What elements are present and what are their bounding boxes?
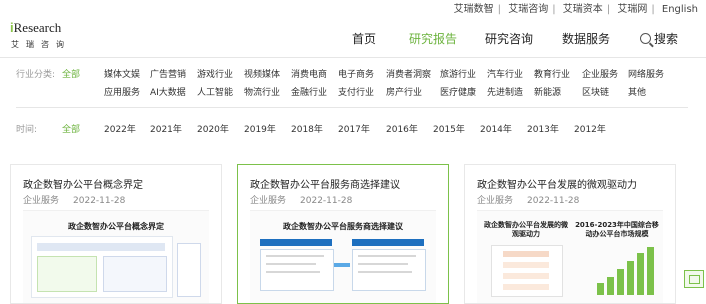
thumbnail-subtitle: 2016-2023年中国综合移动办公平台市场规模: [575, 221, 659, 238]
nav-research-reports[interactable]: 研究报告: [409, 30, 457, 47]
top-link-net[interactable]: 艾瑞网: [617, 4, 647, 15]
report-thumbnail[interactable]: 政企数智办公平台概念界定: [23, 210, 209, 303]
time-option[interactable]: 2013年: [527, 122, 559, 135]
industry-option[interactable]: 先进制造: [487, 85, 523, 98]
report-category: 企业服务: [250, 196, 287, 206]
report-date: 2022-11-28: [73, 196, 126, 206]
industry-option[interactable]: 物流行业: [244, 85, 280, 98]
industry-option[interactable]: 企业服务: [582, 67, 618, 80]
report-thumbnail[interactable]: 政企数智办公平台发展的微观驱动力 2016-2023年中国综合移动办公平台市场规…: [477, 210, 663, 303]
report-date: 2022-11-28: [300, 196, 353, 206]
industry-option[interactable]: 汽车行业: [487, 67, 523, 80]
time-option-all[interactable]: 全部: [62, 122, 80, 135]
industry-option[interactable]: 区块链: [582, 85, 609, 98]
industry-option[interactable]: 房产行业: [386, 85, 422, 98]
feedback-icon[interactable]: [684, 270, 704, 288]
top-link-capital[interactable]: 艾瑞资本: [563, 4, 603, 15]
top-link-idigital[interactable]: 艾瑞数智: [454, 4, 494, 15]
report-card[interactable]: 政企数智办公平台概念界定 企业服务 2022-11-28 政企数智办公平台概念界定: [10, 164, 222, 304]
nav-data-services[interactable]: 数据服务: [562, 30, 610, 47]
nav-home[interactable]: 首页: [352, 30, 376, 47]
industry-option[interactable]: AI大数据: [150, 85, 186, 98]
top-link-consulting[interactable]: 艾瑞咨询: [508, 4, 548, 15]
industry-option[interactable]: 金融行业: [291, 85, 327, 98]
industry-option[interactable]: 支付行业: [338, 85, 374, 98]
industry-option[interactable]: 人工智能: [197, 85, 233, 98]
main-nav: 首页 研究报告 研究咨询 数据服务: [0, 30, 706, 50]
industry-option[interactable]: 媒体文娱: [104, 67, 140, 80]
search-icon: [640, 33, 651, 44]
industry-option[interactable]: 游戏行业: [197, 67, 233, 80]
time-option[interactable]: 2014年: [480, 122, 512, 135]
industry-option[interactable]: 电子商务: [338, 67, 374, 80]
report-meta: 企业服务 2022-11-28: [250, 193, 352, 206]
thumbnail-title: 政企数智办公平台服务商选择建议: [283, 222, 403, 231]
report-thumbnail[interactable]: 政企数智办公平台服务商选择建议: [250, 210, 436, 303]
industry-option[interactable]: 消费电商: [291, 67, 327, 80]
industry-option[interactable]: 消费者洞察: [386, 67, 431, 80]
filter-divider: [16, 107, 688, 108]
time-option[interactable]: 2018年: [291, 122, 323, 135]
header-divider: [0, 57, 706, 58]
report-category: 企业服务: [477, 196, 514, 206]
top-link-english[interactable]: English: [662, 4, 698, 15]
time-option[interactable]: 2017年: [338, 122, 370, 135]
search-label: 搜索: [654, 32, 679, 46]
time-filter-label: 时间:: [16, 125, 38, 135]
time-option[interactable]: 2022年: [104, 122, 136, 135]
industry-option[interactable]: 广告营销: [150, 67, 186, 80]
industry-option[interactable]: 视频媒体: [244, 67, 280, 80]
thumbnail-title: 政企数智办公平台发展的微观驱动力: [484, 221, 568, 238]
thumbnail-title: 政企数智办公平台概念界定: [68, 222, 164, 231]
industry-option[interactable]: 网络服务: [628, 67, 664, 80]
report-title[interactable]: 政企数智办公平台发展的微观驱动力: [477, 176, 637, 191]
top-links: 艾瑞数智 | 艾瑞咨询 | 艾瑞资本 | 艾瑞网 | English: [453, 4, 698, 15]
industry-option[interactable]: 教育行业: [534, 67, 570, 80]
industry-option[interactable]: 医疗健康: [440, 85, 476, 98]
nav-research-consulting[interactable]: 研究咨询: [485, 30, 533, 47]
time-option[interactable]: 2012年: [574, 122, 606, 135]
report-card[interactable]: 政企数智办公平台发展的微观驱动力 企业服务 2022-11-28 政企数智办公平台…: [464, 164, 676, 304]
report-meta: 企业服务 2022-11-28: [477, 193, 579, 206]
time-option[interactable]: 2016年: [386, 122, 418, 135]
industry-option[interactable]: 其他: [628, 85, 646, 98]
report-title[interactable]: 政企数智办公平台概念界定: [23, 176, 143, 191]
industry-option-all[interactable]: 全部: [62, 67, 80, 80]
industry-option[interactable]: 应用服务: [104, 85, 140, 98]
search-button[interactable]: 搜索: [640, 30, 678, 47]
report-title[interactable]: 政企数智办公平台服务商选择建议: [250, 176, 400, 191]
time-option[interactable]: 2015年: [433, 122, 465, 135]
industry-option[interactable]: 新能源: [534, 85, 561, 98]
top-links-bar: 艾瑞数智 | 艾瑞咨询 | 艾瑞资本 | 艾瑞网 | English: [0, 0, 706, 15]
time-option[interactable]: 2020年: [197, 122, 229, 135]
industry-filter-label: 行业分类:: [16, 70, 56, 80]
report-category: 企业服务: [23, 196, 60, 206]
industry-option[interactable]: 旅游行业: [440, 67, 476, 80]
report-card[interactable]: 政企数智办公平台服务商选择建议 企业服务 2022-11-28 政企数智办公平台服…: [237, 164, 449, 304]
time-option[interactable]: 2021年: [150, 122, 182, 135]
report-meta: 企业服务 2022-11-28: [23, 193, 125, 206]
report-date: 2022-11-28: [527, 196, 580, 206]
time-option[interactable]: 2019年: [244, 122, 276, 135]
